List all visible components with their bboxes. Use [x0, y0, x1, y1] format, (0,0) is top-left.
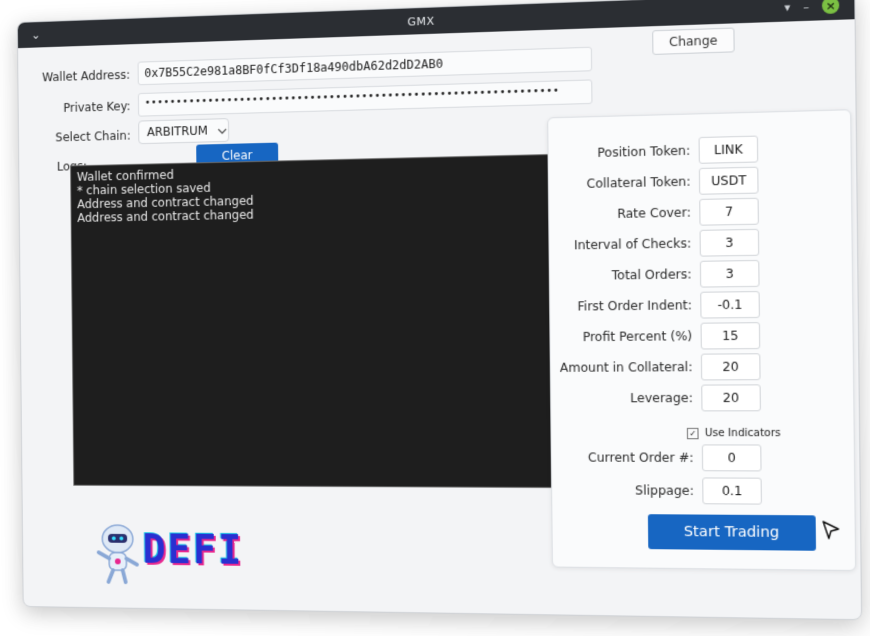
interval-field[interactable]: 3: [699, 228, 760, 257]
collateral-token-field[interactable]: USDT: [698, 166, 759, 195]
close-icon[interactable]: ×: [821, 0, 840, 15]
position-token-label: Position Token:: [597, 143, 691, 161]
private-key-field[interactable]: ••••••••••••••••••••••••••••••••••••••••…: [137, 79, 593, 117]
defi-logo: DEFI: [89, 519, 293, 590]
app-window: ⌄ GMX ▾ – × Wallet Address: 0x7B55C2e981…: [16, 0, 863, 621]
current-order-field[interactable]: 0: [701, 444, 762, 472]
mouse-cursor-icon: [822, 521, 840, 544]
amount-collateral-row: Amount in Collateral: 20: [551, 353, 853, 381]
slippage-row: Slippage: 0.1: [552, 477, 854, 505]
window-controls: ▾ – ×: [784, 0, 840, 15]
trading-settings-panel: Position Token: LINK Collateral Token: U…: [547, 109, 857, 572]
first-indent-label: First Order Indent:: [577, 298, 692, 314]
wallet-address-field[interactable]: 0x7B55C2e981a8BF0fCf3Df18a490dbA62d2dD2A…: [137, 46, 593, 86]
select-chain-label: Select Chain:: [55, 128, 131, 145]
interval-label: Interval of Checks:: [573, 236, 692, 253]
wallet-address-label: Wallet Address:: [41, 67, 131, 85]
rate-cover-field[interactable]: 7: [699, 197, 759, 226]
logo-text: DEFI: [142, 527, 244, 574]
total-orders-label: Total Orders:: [611, 267, 692, 283]
amount-collateral-field[interactable]: 20: [700, 353, 761, 381]
first-indent-row: First Order Indent: -0.1: [550, 290, 852, 320]
leverage-field[interactable]: 20: [701, 384, 761, 412]
position-token-row: Position Token: LINK: [548, 133, 850, 167]
total-orders-field[interactable]: 3: [699, 259, 760, 288]
slippage-label: Slippage:: [635, 483, 694, 499]
amount-collateral-label: Amount in Collateral:: [559, 359, 693, 375]
log-output[interactable]: Wallet confirmed * chain selection saved…: [70, 154, 554, 489]
profit-percent-label: Profit Percent (%): [582, 328, 693, 345]
current-order-label: Current Order #:: [587, 450, 694, 466]
screen: ⌄ GMX ▾ – × Wallet Address: 0x7B55C2e981…: [0, 0, 870, 636]
leverage-row: Leverage: 20: [551, 384, 853, 412]
start-trading-button[interactable]: Start Trading: [647, 514, 817, 551]
slippage-field[interactable]: 0.1: [702, 477, 762, 505]
use-indicators-label: Use Indicators: [704, 427, 781, 440]
robot-mascot-icon: [89, 519, 147, 588]
chain-select-value: ARBITRUM: [146, 123, 208, 140]
first-indent-field[interactable]: -0.1: [700, 291, 760, 319]
window-menu-icon[interactable]: ⌄: [31, 28, 41, 42]
profit-percent-field[interactable]: 15: [700, 322, 761, 350]
total-orders-row: Total Orders: 3: [550, 259, 852, 290]
change-button[interactable]: Change: [652, 27, 735, 55]
pin-icon[interactable]: ▾: [784, 0, 790, 14]
current-order-row: Current Order #: 0: [552, 444, 854, 472]
collateral-token-label: Collateral Token:: [586, 174, 691, 191]
position-token-field[interactable]: LINK: [698, 135, 759, 164]
collateral-token-row: Collateral Token: USDT: [549, 165, 851, 198]
rate-cover-row: Rate Cover: 7: [549, 196, 851, 228]
window-title: GMX: [407, 14, 435, 29]
profit-percent-row: Profit Percent (%) 15: [550, 321, 852, 350]
private-key-label: Private Key:: [63, 99, 131, 115]
rate-cover-label: Rate Cover:: [617, 205, 691, 222]
chain-select[interactable]: ARBITRUM: [138, 118, 230, 145]
use-indicators-checkbox[interactable]: ✓: [686, 427, 699, 440]
interval-row: Interval of Checks: 3: [549, 227, 851, 259]
use-indicators-row: ✓ Use Indicators: [686, 427, 781, 440]
minimize-icon[interactable]: –: [803, 0, 809, 13]
leverage-label: Leverage:: [630, 390, 693, 406]
chevron-down-icon: [217, 123, 227, 137]
